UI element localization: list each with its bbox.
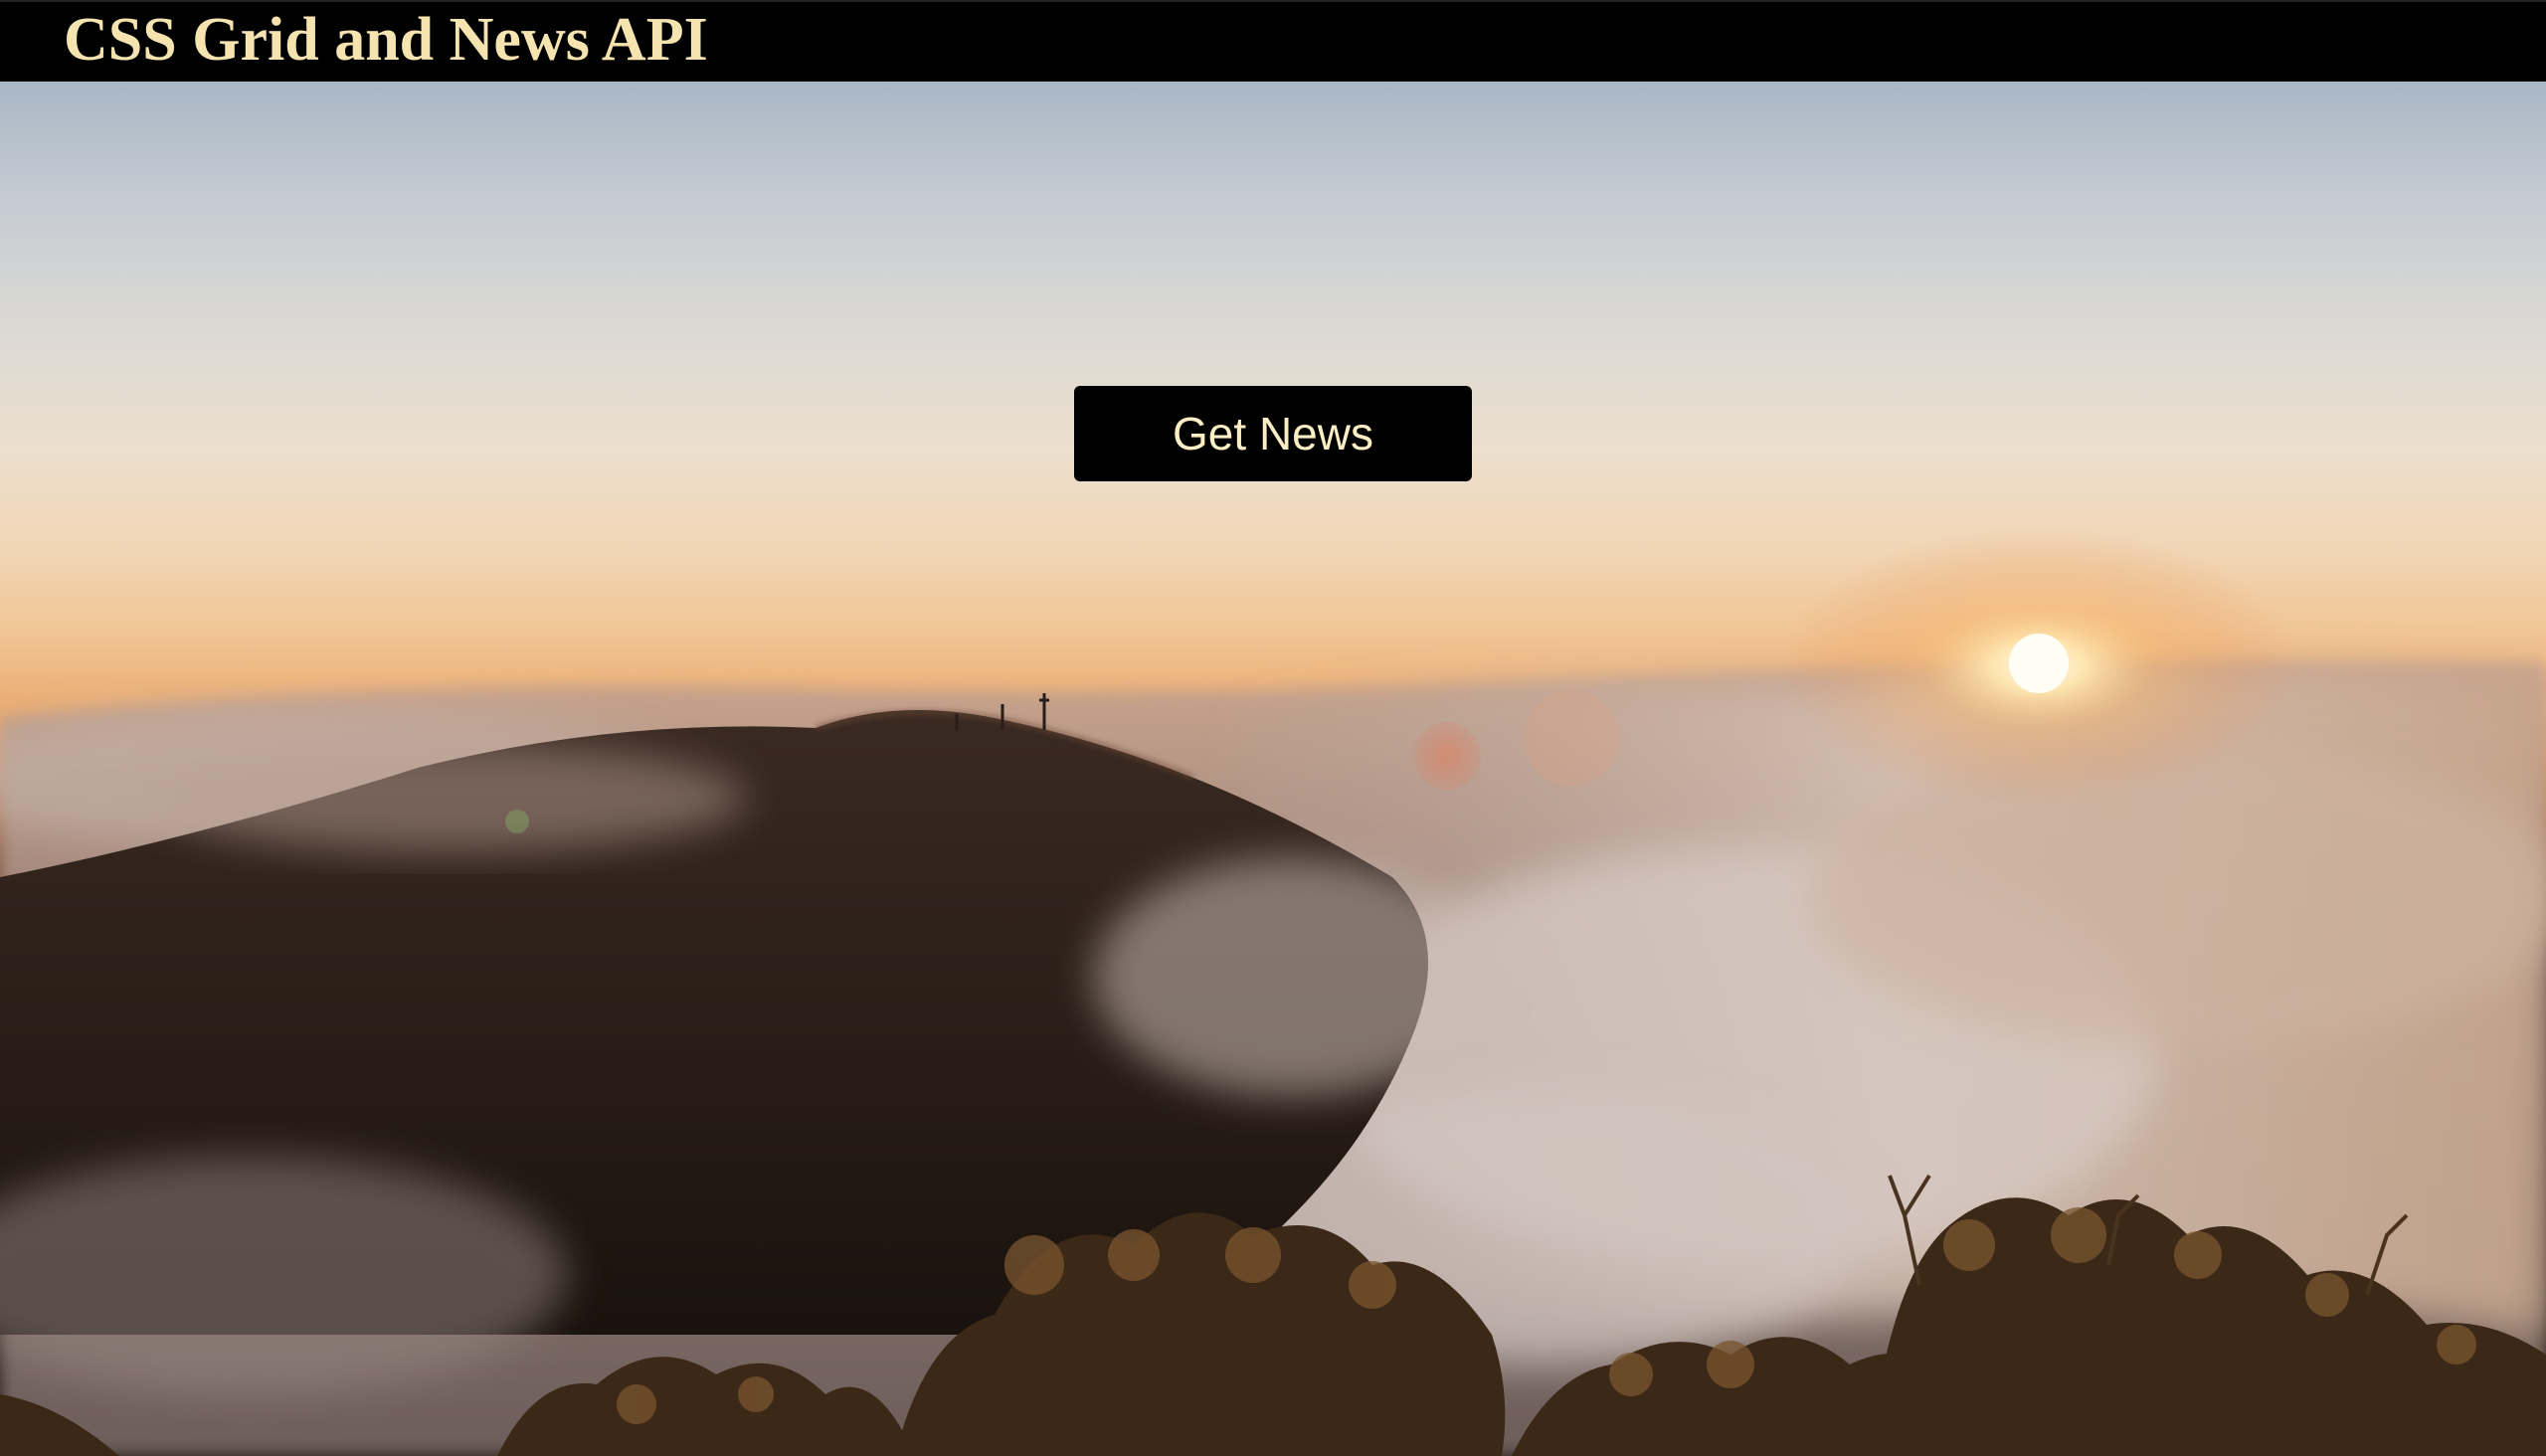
hero-background-image bbox=[0, 82, 2546, 1456]
sunset-fog-landscape-image bbox=[0, 527, 2546, 1456]
get-news-button[interactable]: Get News bbox=[1074, 386, 1472, 481]
page-header: CSS Grid and News API bbox=[0, 0, 2546, 82]
page-title: CSS Grid and News API bbox=[64, 6, 708, 74]
